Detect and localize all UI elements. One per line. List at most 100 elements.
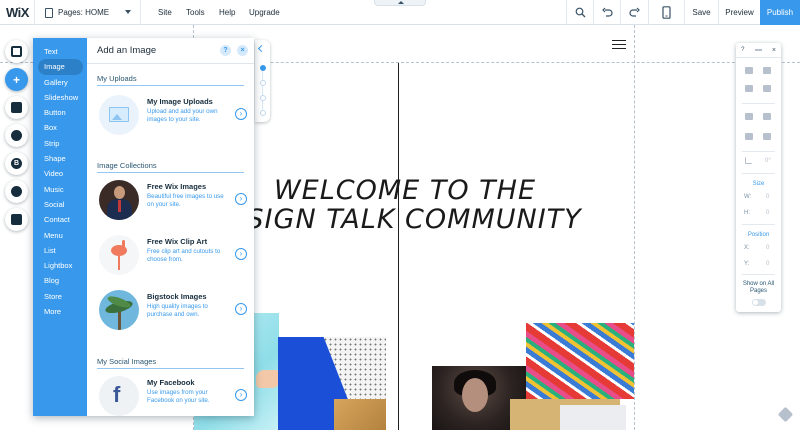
rotation-value[interactable]: 0° — [765, 158, 771, 164]
collage-image-stripes[interactable] — [526, 323, 634, 399]
calendar-icon — [11, 214, 22, 225]
redo-button[interactable] — [620, 0, 647, 25]
category-social[interactable]: Social — [33, 197, 87, 212]
arrow-right-icon[interactable]: › — [235, 193, 247, 205]
show-on-all-pages-label: Show on All Pages — [742, 281, 775, 294]
delete-icon[interactable] — [763, 85, 771, 92]
image-uploads-item[interactable]: My Image Uploads Upload and add your own… — [97, 93, 247, 137]
copy-icon[interactable] — [745, 67, 753, 74]
category-lightbox[interactable]: Lightbox — [33, 258, 87, 273]
y-input[interactable]: 0 — [766, 261, 769, 267]
free-wix-clip-art-item[interactable]: Free Wix Clip Art Free clip art and cuto… — [97, 233, 247, 277]
help-icon[interactable]: ? — [220, 45, 231, 56]
section-divider — [97, 85, 244, 86]
rail-chat-button[interactable] — [5, 180, 28, 203]
menu-site[interactable]: Site — [158, 8, 172, 17]
category-video[interactable]: Video — [33, 166, 87, 181]
mobile-view-icon — [662, 6, 671, 19]
item-title: My Image Uploads — [147, 97, 213, 106]
collage-image-envelope[interactable] — [560, 405, 626, 430]
free-wix-images-item[interactable]: Free Wix Images Beautiful free images to… — [97, 178, 247, 222]
rail-add-button[interactable]: + — [5, 68, 28, 91]
pages-dropdown-label: Pages: HOME — [58, 8, 110, 17]
align-icon[interactable] — [745, 133, 753, 140]
pages-dropdown[interactable]: Pages: HOME — [34, 0, 141, 25]
save-button[interactable]: Save — [684, 0, 718, 25]
category-button[interactable]: Button — [33, 105, 87, 120]
collage-image-paper[interactable] — [278, 337, 386, 430]
menu-help[interactable]: Help — [219, 8, 235, 17]
close-icon[interactable]: × — [772, 47, 776, 54]
inspector-divider — [742, 274, 775, 275]
category-box[interactable]: Box — [33, 120, 87, 135]
chevron-left-icon[interactable] — [257, 44, 266, 53]
rail-background-button[interactable] — [5, 40, 28, 63]
page-icon — [45, 7, 53, 18]
category-image[interactable]: Image — [38, 59, 83, 75]
category-contact[interactable]: Contact — [33, 212, 87, 227]
distribute-icon[interactable] — [763, 133, 771, 140]
category-gallery[interactable]: Gallery — [33, 75, 87, 90]
inspector-divider — [742, 103, 775, 104]
navigator-dot-active[interactable] — [259, 65, 266, 71]
height-input[interactable]: 0 — [766, 210, 769, 216]
undo-icon — [601, 7, 613, 17]
rail-blog-button[interactable]: B — [5, 152, 28, 175]
editor-top-bar: WiX Pages: HOME Site Tools Help Upgrade … — [0, 0, 800, 25]
y-label: Y: — [744, 261, 750, 267]
navigator-dot[interactable] — [259, 80, 266, 86]
rail-upload-button[interactable] — [5, 124, 28, 147]
category-more[interactable]: More — [33, 304, 87, 319]
arrow-right-icon[interactable]: › — [235, 108, 247, 120]
rail-app-market-button[interactable] — [5, 96, 28, 119]
duplicate-icon[interactable] — [745, 85, 753, 92]
category-music[interactable]: Music — [33, 182, 87, 197]
category-slideshow[interactable]: Slideshow — [33, 90, 87, 105]
rotate-angle-icon[interactable] — [745, 157, 752, 164]
section-title-collections: Image Collections — [97, 161, 157, 170]
category-list[interactable]: List — [33, 243, 87, 258]
bigstock-images-item[interactable]: Bigstock Images High quality images to p… — [97, 288, 247, 332]
arrow-right-icon[interactable]: › — [235, 303, 247, 315]
wix-logo[interactable]: WiX — [6, 5, 29, 20]
show-on-all-pages-toggle[interactable] — [752, 299, 766, 306]
menu-tools[interactable]: Tools — [186, 8, 205, 17]
item-title: Free Wix Clip Art — [147, 237, 208, 246]
hamburger-menu-icon[interactable] — [612, 40, 626, 49]
navigator-dot[interactable] — [259, 95, 266, 101]
my-facebook-item[interactable]: f My Facebook Use images from your Faceb… — [97, 374, 247, 418]
preview-button[interactable]: Preview — [718, 0, 760, 25]
arrow-right-icon[interactable]: › — [235, 248, 247, 260]
help-icon[interactable]: ? — [741, 47, 744, 53]
item-description: Upload and add your own images to your s… — [147, 108, 218, 123]
width-input[interactable]: 0 — [766, 194, 769, 200]
category-blog[interactable]: Blog — [33, 273, 87, 288]
column-divider — [398, 63, 399, 430]
category-menu[interactable]: Menu — [33, 228, 87, 243]
menu-upgrade[interactable]: Upgrade — [249, 8, 280, 17]
item-title: Bigstock Images — [147, 292, 207, 301]
undo-button[interactable] — [593, 0, 620, 25]
rail-bookings-button[interactable] — [5, 208, 28, 231]
category-shape[interactable]: Shape — [33, 151, 87, 166]
navigator-dot[interactable] — [259, 110, 266, 116]
arrow-right-icon[interactable]: › — [235, 389, 247, 401]
redo-icon — [628, 7, 640, 17]
collapse-topbar-tab[interactable] — [374, 0, 426, 6]
upload-image-icon — [99, 95, 139, 135]
category-store[interactable]: Store — [33, 289, 87, 304]
publish-button[interactable]: Publish — [760, 0, 800, 25]
category-strip[interactable]: Strip — [33, 136, 87, 151]
zoom-button[interactable] — [566, 0, 593, 25]
arrange-back-icon[interactable] — [745, 113, 753, 120]
drag-handle-icon[interactable] — [754, 49, 762, 51]
category-text[interactable]: Text — [33, 44, 87, 59]
section-navigator[interactable] — [255, 40, 270, 122]
x-input[interactable]: 0 — [766, 245, 769, 251]
paste-icon[interactable] — [763, 67, 771, 74]
section-title-uploads: My Uploads — [97, 74, 137, 83]
mobile-view-button[interactable] — [648, 0, 684, 25]
arrange-front-icon[interactable] — [763, 113, 771, 120]
close-icon[interactable]: × — [237, 45, 248, 56]
portrait-face — [462, 378, 488, 412]
